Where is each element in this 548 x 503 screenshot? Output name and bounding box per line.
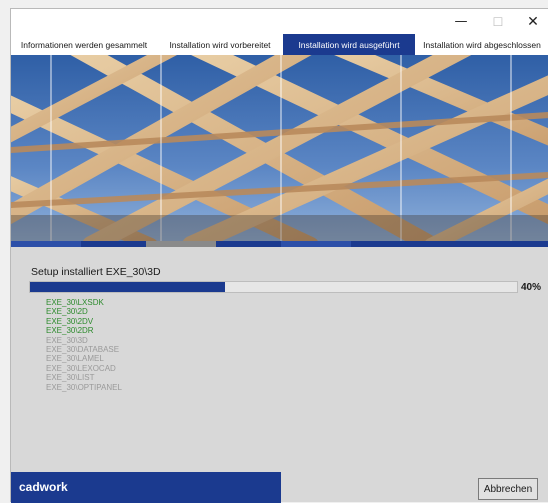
title-bar: — ☐ ✕ xyxy=(11,9,548,34)
module-item: EXE_30\3D xyxy=(46,335,88,345)
module-item: EXE_30\LXSDK xyxy=(46,298,104,307)
module-item: EXE_30\DATABASE xyxy=(46,345,120,355)
module-item: EXE_30\LEXOCAD xyxy=(46,363,116,373)
module-list: EXE_30\LXSDK EXE_30\2D EXE_30\2DV EXE_30\2D… xyxy=(46,298,122,392)
progress-percent: 40% xyxy=(521,282,542,293)
module-item: EXE_30\2DR xyxy=(46,326,94,336)
banner-segment xyxy=(11,241,81,247)
module-item: EXE_30\OPTIPANEL xyxy=(46,382,122,392)
close-icon[interactable]: ✕ xyxy=(513,9,548,34)
timber-roof-photo xyxy=(11,55,548,241)
banner-segment xyxy=(281,241,351,247)
banner-image xyxy=(11,55,548,241)
cancel-button[interactable]: Abbrechen xyxy=(478,478,538,500)
tab-installing: Installation wird ausgeführt xyxy=(283,34,415,55)
minimize-icon[interactable]: — xyxy=(441,9,481,34)
banner-bottom-bar xyxy=(11,241,548,247)
tab-collecting-info: Informationen werden gesammelt xyxy=(20,39,148,50)
module-item: EXE_30\LIST xyxy=(46,373,95,383)
brand-footer: cadwork xyxy=(11,472,281,503)
module-item: EXE_30\2D xyxy=(46,307,88,317)
module-item: EXE_30\2DV xyxy=(46,316,94,326)
installer-window: — ☐ ✕ Informationen werden gesammelt Ins… xyxy=(10,8,548,503)
tab-preparing: Installation wird vorbereitet xyxy=(169,39,271,50)
progress-bar xyxy=(29,281,518,293)
maximize-icon[interactable]: ☐ xyxy=(478,9,518,34)
step-tabs: Informationen werden gesammelt Installat… xyxy=(11,34,548,55)
tab-finishing: Installation wird abgeschlossen xyxy=(423,39,541,50)
module-item: EXE_30\LAMEL xyxy=(46,354,104,364)
progress-fill xyxy=(30,282,225,292)
banner-segment xyxy=(146,241,216,247)
brand-logo-text: cadwork xyxy=(19,480,68,494)
status-text: Setup installiert EXE_30\3D xyxy=(31,266,161,278)
